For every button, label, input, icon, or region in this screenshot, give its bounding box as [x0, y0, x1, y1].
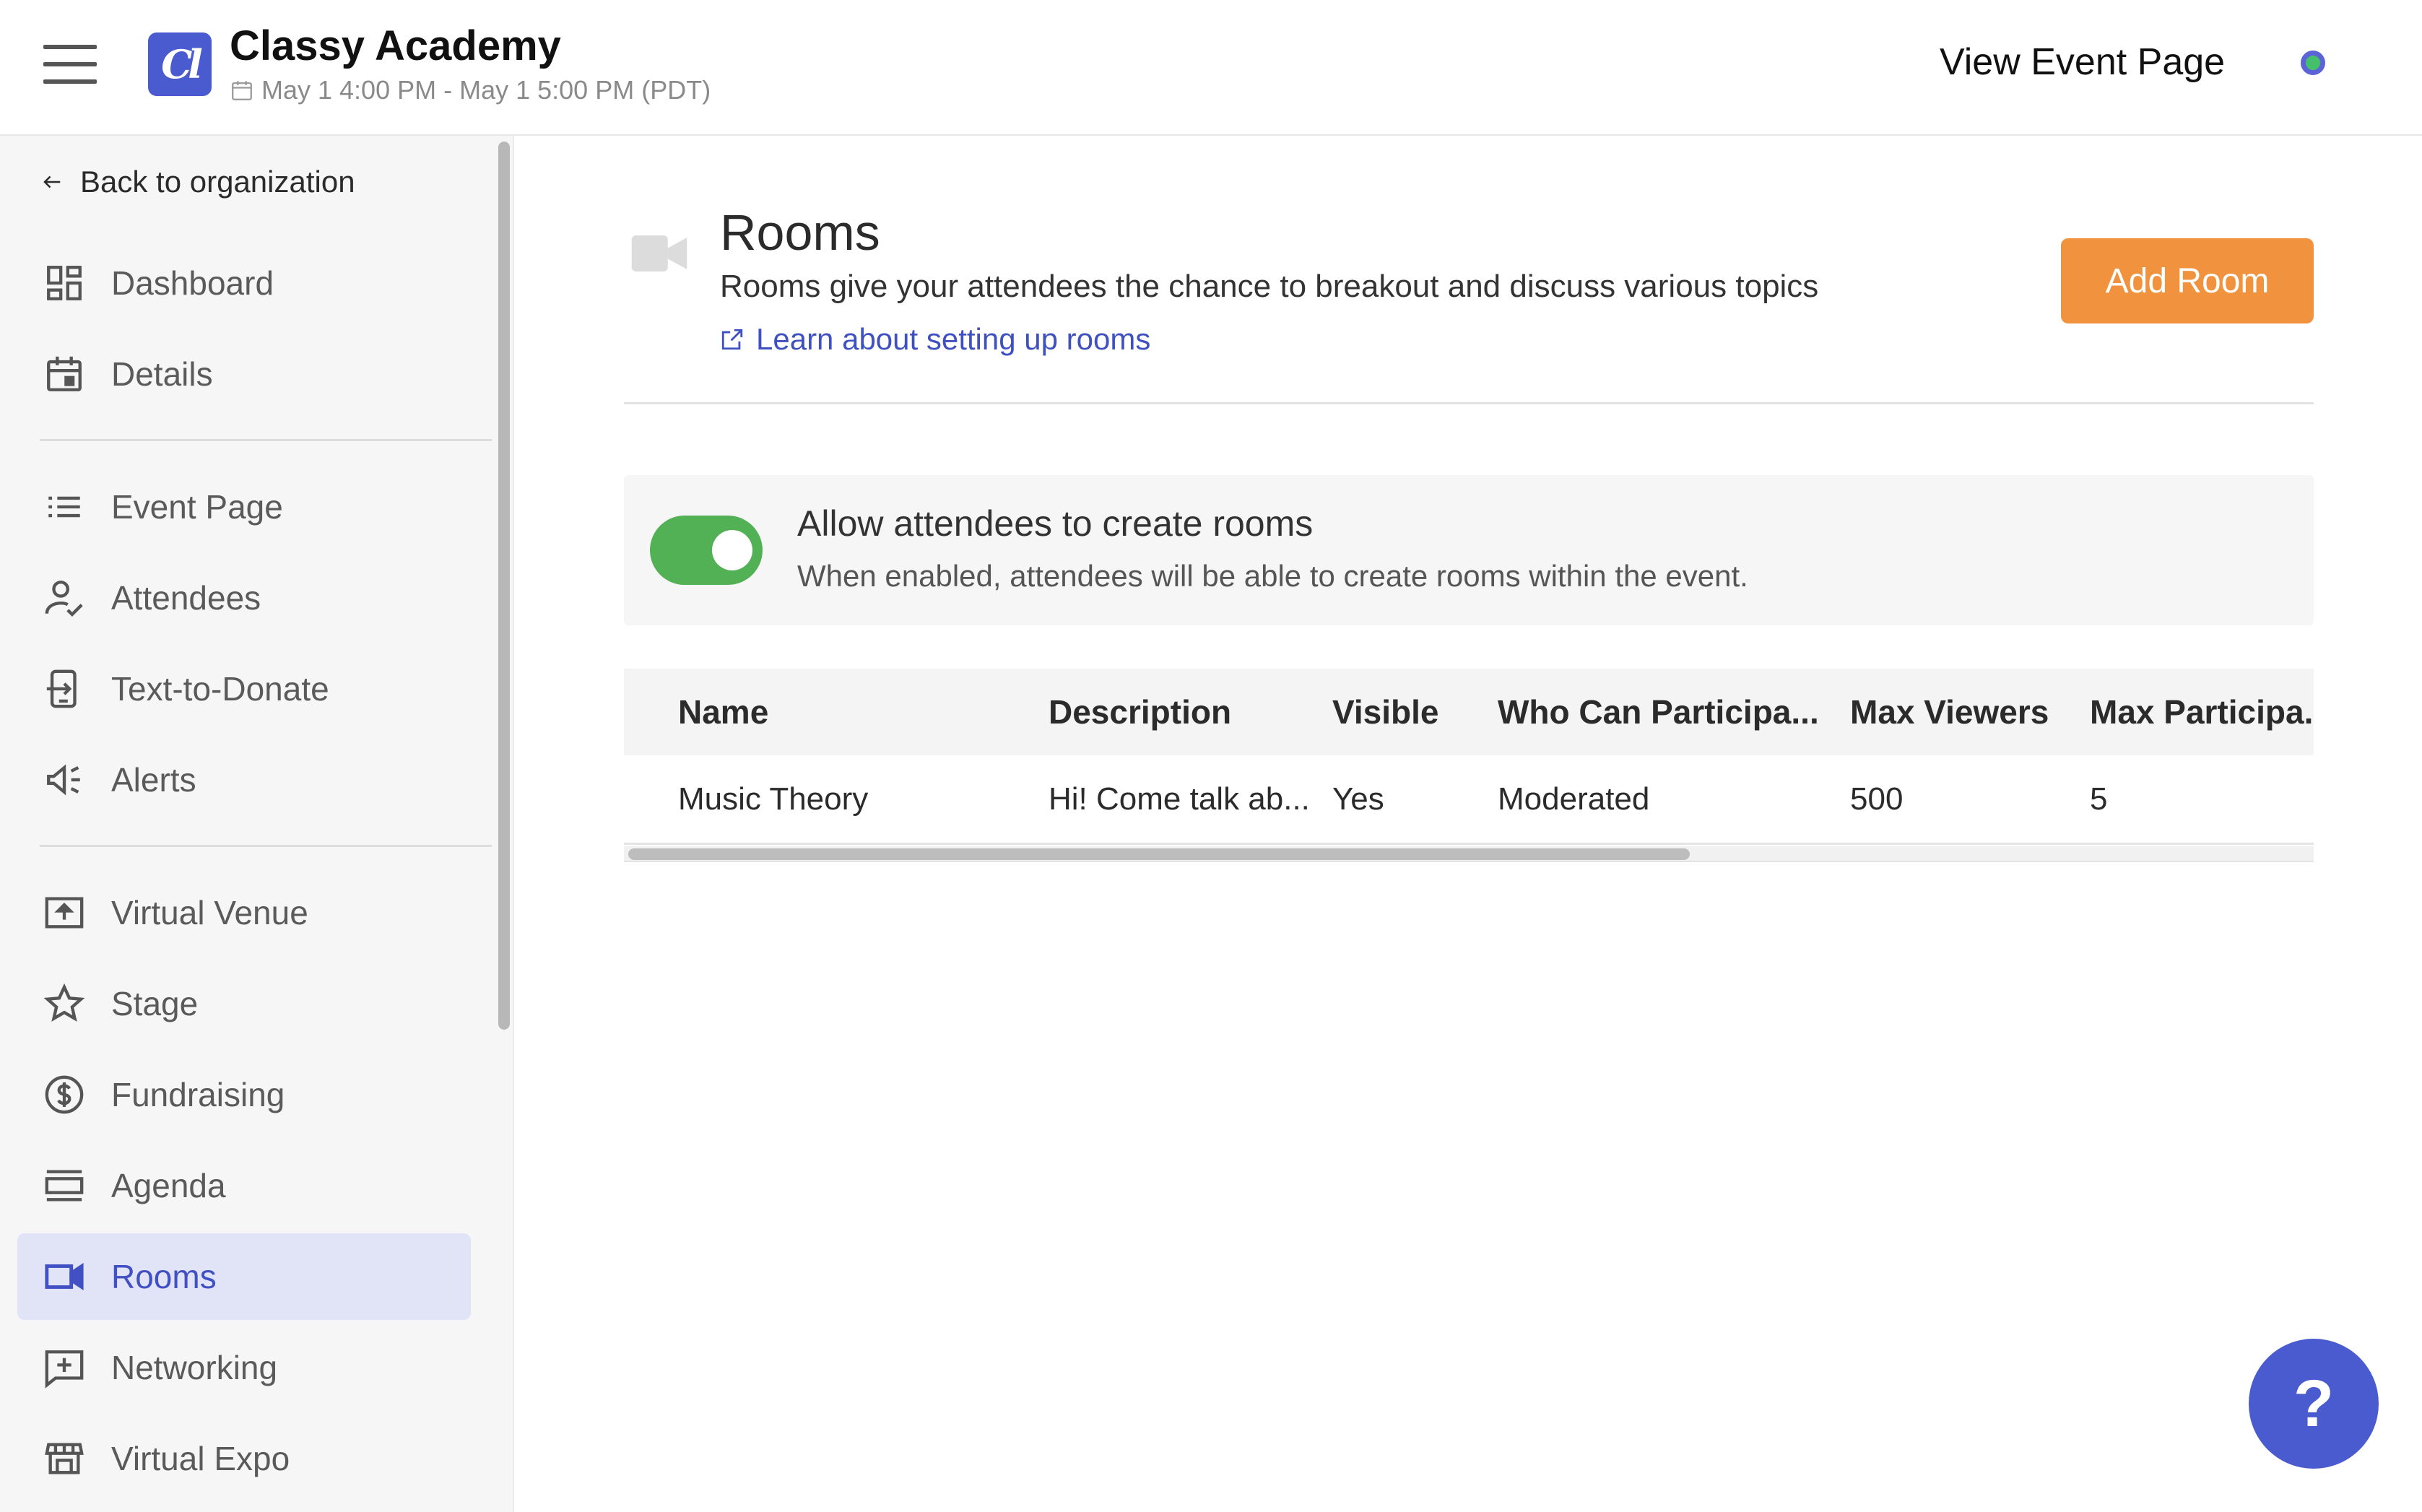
sidebar-item-label: Details — [111, 355, 213, 393]
status-indicator — [2301, 51, 2325, 75]
list-icon — [17, 486, 111, 528]
add-chat-icon — [17, 1347, 111, 1389]
sidebar-divider — [40, 845, 492, 847]
sidebar-item-event-page[interactable]: Event Page — [17, 464, 471, 550]
sidebar-item-rooms[interactable]: Rooms — [17, 1233, 471, 1320]
person-check-icon — [17, 577, 111, 619]
sidebar-item-details[interactable]: Details — [17, 331, 471, 417]
sidebar-item-virtual-expo[interactable]: Virtual Expo — [17, 1415, 471, 1502]
org-logo: Cl — [148, 32, 212, 96]
external-link-icon — [721, 329, 743, 350]
cell-name: Music Theory — [678, 781, 869, 817]
allow-create-rooms-toggle[interactable] — [650, 516, 763, 585]
help-button[interactable]: ? — [2249, 1339, 2379, 1469]
sidebar-item-attendees[interactable]: Attendees — [17, 555, 471, 641]
agenda-icon — [17, 1165, 111, 1207]
page-title: Rooms — [720, 204, 880, 261]
sidebar-item-alerts[interactable]: Alerts — [17, 737, 471, 823]
sidebar-item-label: Networking — [111, 1349, 278, 1386]
table-scrollbar-thumb[interactable] — [628, 848, 1690, 860]
column-header-max-viewers[interactable]: Max Viewers — [1850, 669, 2074, 755]
sidebar-item-label: Fundraising — [111, 1076, 285, 1113]
table-row[interactable]: Music Theory Hi! Come talk ab... Yes Mod… — [624, 755, 2314, 845]
sidebar-item-label: Virtual Venue — [111, 894, 308, 931]
dollar-icon — [17, 1074, 111, 1116]
calendar-icon — [17, 353, 111, 395]
cell-who-can-participate: Moderated — [1498, 781, 1650, 817]
rooms-camera-icon — [631, 235, 687, 275]
back-to-organization-link[interactable]: Back to organization — [40, 165, 355, 199]
column-header-name[interactable]: Name — [678, 669, 1025, 755]
learn-about-rooms-link[interactable]: Learn about setting up rooms — [720, 322, 1150, 357]
cell-max-viewers: 500 — [1850, 781, 1904, 817]
phone-icon — [17, 668, 111, 710]
sidebar-item-label: Attendees — [111, 579, 261, 617]
video-camera-icon — [17, 1256, 111, 1298]
back-label: Back to organization — [80, 165, 355, 199]
toggle-description: When enabled, attendees will be able to … — [797, 559, 1748, 593]
add-room-button[interactable]: Add Room — [2061, 238, 2314, 323]
calendar-small-icon — [232, 81, 252, 100]
sidebar-item-label: Virtual Expo — [111, 1440, 290, 1477]
toggle-knob — [712, 530, 752, 570]
sidebar-item-text-to-donate[interactable]: Text-to-Donate — [17, 646, 471, 732]
sidebar-item-label: Stage — [111, 985, 199, 1022]
event-dates: May 1 4:00 PM - May 1 5:00 PM (PDT) — [230, 75, 711, 105]
top-bar: Cl Classy Academy May 1 4:00 PM - May 1 … — [0, 0, 2422, 136]
sidebar-item-label: Text-to-Donate — [111, 670, 329, 708]
arrow-left-icon — [43, 175, 61, 188]
hamburger-menu-icon[interactable] — [43, 45, 97, 84]
column-header-max-participants[interactable]: Max Participa... — [2090, 669, 2314, 755]
storefront-icon — [17, 1438, 111, 1480]
sidebar-item-virtual-venue[interactable]: Virtual Venue — [17, 869, 471, 956]
dashboard-icon — [17, 262, 111, 304]
star-icon — [17, 983, 111, 1025]
rooms-table: Name Description Visible Who Can Partici… — [624, 669, 2314, 865]
header-divider — [624, 402, 2314, 404]
cell-max-participants: 5 — [2090, 781, 2108, 817]
sidebar-divider — [40, 439, 492, 441]
cell-visible: Yes — [1332, 781, 1384, 817]
page-subtitle: Rooms give your attendees the chance to … — [720, 269, 1819, 304]
sidebar: Back to organization Dashboard Details E… — [0, 136, 514, 1512]
sidebar-item-stage[interactable]: Stage — [17, 960, 471, 1047]
allow-create-rooms-card: Allow attendees to create rooms When ena… — [624, 475, 2314, 625]
view-event-page-link[interactable]: View Event Page — [1940, 40, 2225, 84]
sidebar-item-label: Event Page — [111, 488, 283, 526]
sidebar-item-agenda[interactable]: Agenda — [17, 1142, 471, 1229]
column-header-description[interactable]: Description — [1049, 669, 1323, 755]
org-name: Classy Academy — [230, 22, 561, 69]
sidebar-scrollbar[interactable] — [498, 142, 510, 1030]
cell-description: Hi! Come talk ab... — [1049, 781, 1310, 817]
table-horizontal-scrollbar[interactable] — [624, 846, 2314, 862]
table-header: Name Description Visible Who Can Partici… — [624, 669, 2314, 755]
sidebar-item-label: Agenda — [111, 1167, 226, 1204]
sidebar-item-networking[interactable]: Networking — [17, 1324, 471, 1411]
column-header-visible[interactable]: Visible — [1332, 669, 1477, 755]
event-dates-text: May 1 4:00 PM - May 1 5:00 PM (PDT) — [261, 75, 711, 105]
upload-icon — [17, 892, 111, 934]
toggle-title: Allow attendees to create rooms — [797, 503, 1314, 544]
sidebar-item-label: Rooms — [111, 1258, 217, 1295]
sidebar-item-label: Dashboard — [111, 264, 274, 302]
learn-link-text: Learn about setting up rooms — [756, 322, 1151, 356]
sidebar-item-fundraising[interactable]: Fundraising — [17, 1051, 471, 1138]
sidebar-item-label: Alerts — [111, 761, 196, 799]
column-header-who-can-participate[interactable]: Who Can Participa... — [1498, 669, 1837, 755]
megaphone-icon — [17, 759, 111, 801]
sidebar-item-dashboard[interactable]: Dashboard — [17, 240, 471, 326]
